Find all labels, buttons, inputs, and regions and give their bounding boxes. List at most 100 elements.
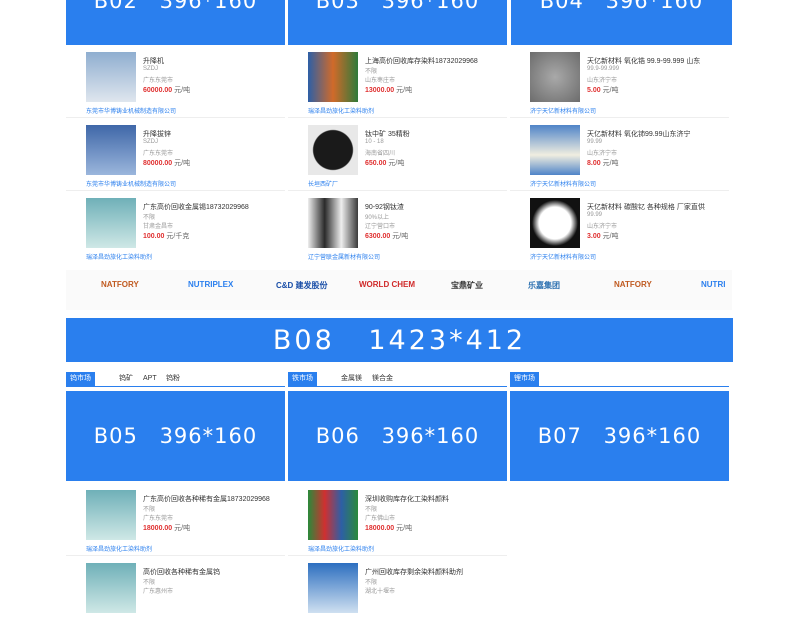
- product-title[interactable]: 广东高价回收各种稀有金属18732029968: [143, 494, 270, 504]
- ad-banner-b03[interactable]: B03 396*160: [288, 0, 507, 45]
- product-title[interactable]: 高价回收各种稀有金属钨: [143, 567, 220, 577]
- list-item[interactable]: 广东高价回收各种稀有金属18732029968 不限 广东东莞市 18000.0…: [66, 483, 285, 556]
- company-link[interactable]: 瑞泽昌劲旅化工染料助剂: [308, 544, 374, 553]
- product-location: 广东惠州市: [143, 589, 174, 595]
- company-link[interactable]: 瑞泽昌劲旅化工染料助剂: [308, 106, 374, 115]
- product-image[interactable]: [308, 563, 358, 613]
- product-price: 650.00 元/吨: [365, 160, 405, 167]
- tab-market[interactable]: 镁合金: [372, 372, 393, 386]
- product-price: 100.00 元/千克: [143, 233, 190, 240]
- product-image[interactable]: [86, 563, 136, 613]
- list-item[interactable]: 天亿新材料 碳酸钇 各种规格 厂家直供 99.99 山东济宁市 3.00 元/吨…: [510, 191, 729, 264]
- product-title[interactable]: 广州回收库存剩余染料颜料助剂: [365, 567, 463, 577]
- ad-banner-b05[interactable]: B05 396*160: [66, 391, 285, 481]
- ad-banner-b04[interactable]: B04 396*160: [511, 0, 732, 45]
- product-spec: 不限: [365, 580, 378, 586]
- list-item[interactable]: 钛中矿 35精粉 10 - 18 海南省四川 650.00 元/吨 长垣西矿厂: [288, 118, 507, 191]
- company-link[interactable]: 瑞泽昌劲旅化工染料助剂: [86, 252, 152, 261]
- company-link[interactable]: 东莞市华博铸业机械制造有限公司: [86, 179, 176, 188]
- product-location: 山东枣庄市: [365, 78, 396, 84]
- partner-logo-strip: NATFORY NUTRIPLEX C&D 建发股份 WORLD CHEM 宝鼎…: [66, 270, 732, 310]
- product-title[interactable]: 深圳收购库存化工染料颜料: [365, 494, 449, 504]
- tab-market[interactable]: 金属镁: [341, 372, 362, 386]
- company-link[interactable]: 济宁天亿新材料有限公司: [530, 179, 596, 188]
- product-location: 山东济宁市: [587, 151, 618, 157]
- product-title[interactable]: 广东高价回收金属锡18732029968: [143, 202, 249, 212]
- product-image[interactable]: [308, 198, 358, 248]
- product-title[interactable]: 钛中矿 35精粉: [365, 129, 410, 139]
- tab-market[interactable]: 钨矿: [119, 372, 133, 386]
- ad-banner-b07[interactable]: B07 396*160: [510, 391, 729, 481]
- partner-logo[interactable]: NATFORY: [614, 280, 652, 289]
- list-item[interactable]: 上海高价回收库存染料18732029968 不限 山东枣庄市 13000.00 …: [288, 45, 507, 118]
- product-title[interactable]: 天亿新材料 氧化锆 99.9-99.999 山东: [587, 56, 700, 66]
- partner-logo[interactable]: WORLD CHEM: [359, 280, 415, 289]
- product-image[interactable]: [530, 52, 580, 102]
- product-spec: 不限: [143, 580, 156, 586]
- product-image[interactable]: [308, 125, 358, 175]
- list-item[interactable]: 天亿新材料 氧化铈99.99山东济宁 99.99 山东济宁市 8.00 元/吨 …: [510, 118, 729, 191]
- product-image[interactable]: [86, 52, 136, 102]
- partner-logo[interactable]: NATFORY: [101, 280, 139, 289]
- list-item[interactable]: 高价回收各种稀有金属钨 不限 广东惠州市: [66, 556, 285, 629]
- partner-logo[interactable]: C&D 建发股份: [276, 280, 328, 291]
- company-link[interactable]: 济宁天亿新材料有限公司: [530, 106, 596, 115]
- ad-banner-b02[interactable]: B02 396*160: [66, 0, 285, 45]
- company-link[interactable]: 长垣西矿厂: [308, 179, 338, 188]
- product-price: 5.00 元/吨: [587, 87, 619, 94]
- product-location: 甘肃金昌市: [143, 224, 174, 230]
- product-spec: 不限: [365, 69, 378, 75]
- product-image[interactable]: [86, 125, 136, 175]
- product-image[interactable]: [530, 198, 580, 248]
- list-item[interactable]: 90-92钢钛渣 90%以上 辽宁营口市 6300.00 元/吨 辽宁营联金属新…: [288, 191, 507, 264]
- tab-market-active[interactable]: 锂市场: [510, 372, 539, 386]
- tab-market-active[interactable]: 铁市场: [288, 372, 317, 386]
- product-title[interactable]: 天亿新材料 碳酸钇 各种规格 厂家直供: [587, 202, 705, 212]
- market-tabbar-1: 钨市场 钨矿 APT 钨粉: [66, 372, 285, 387]
- product-spec: 不限: [143, 507, 156, 513]
- product-location: 湖北十堰市: [365, 589, 396, 595]
- ad-banner-b08[interactable]: B08 1423*412: [66, 318, 733, 362]
- ad-banner-b06[interactable]: B06 396*160: [288, 391, 507, 481]
- product-spec: 99.99: [587, 212, 603, 218]
- product-location: 山东济宁市: [587, 224, 618, 230]
- tab-market-active[interactable]: 钨市场: [66, 372, 95, 386]
- list-item[interactable]: 升降拔锌 SZDJ 广东东莞市 80000.00 元/吨 东莞市华博铸业机械制造…: [66, 118, 285, 191]
- company-link[interactable]: 辽宁营联金属新材有限公司: [308, 252, 380, 261]
- partner-logo[interactable]: NUTRIPLEX: [188, 280, 233, 289]
- partner-logo[interactable]: 宝鼎矿业: [451, 280, 483, 291]
- list-item[interactable]: 升降机 SZDJ 广东东莞市 60000.00 元/吨 东莞市华博铸业机械制造有…: [66, 45, 285, 118]
- product-image[interactable]: [308, 52, 358, 102]
- product-title[interactable]: 天亿新材料 氧化铈99.99山东济宁: [587, 129, 690, 139]
- list-item[interactable]: 天亿新材料 氧化锆 99.9-99.999 山东 99.9-99.999 山东济…: [510, 45, 729, 118]
- product-price: 18000.00 元/吨: [143, 525, 191, 532]
- product-title[interactable]: 90-92钢钛渣: [365, 202, 404, 212]
- product-image[interactable]: [86, 490, 136, 540]
- company-link[interactable]: 东莞市华博铸业机械制造有限公司: [86, 106, 176, 115]
- product-image[interactable]: [86, 198, 136, 248]
- company-link[interactable]: 瑞泽昌劲旅化工染料助剂: [86, 544, 152, 553]
- market-tabbar-3: 锂市场: [510, 372, 729, 387]
- product-location: 广东东莞市: [143, 78, 174, 84]
- tab-market[interactable]: APT: [143, 372, 157, 386]
- product-price: 80000.00 元/吨: [143, 160, 191, 167]
- product-price: 3.00 元/吨: [587, 233, 619, 240]
- product-image[interactable]: [530, 125, 580, 175]
- product-title[interactable]: 升降拔锌: [143, 129, 171, 139]
- list-item[interactable]: 广州回收库存剩余染料颜料助剂 不限 湖北十堰市: [288, 556, 507, 629]
- list-item[interactable]: 深圳收购库存化工染料颜料 不限 广东佛山市 18000.00 元/吨 瑞泽昌劲旅…: [288, 483, 507, 556]
- company-link[interactable]: 济宁天亿新材料有限公司: [530, 252, 596, 261]
- product-price: 18000.00 元/吨: [365, 525, 413, 532]
- product-title[interactable]: 上海高价回收库存染料18732029968: [365, 56, 478, 66]
- product-spec: 不限: [365, 507, 378, 513]
- partner-logo[interactable]: 乐嘉集团: [528, 280, 560, 291]
- list-item[interactable]: 广东高价回收金属锡18732029968 不限 甘肃金昌市 100.00 元/千…: [66, 191, 285, 264]
- product-location: 广东佛山市: [365, 516, 396, 522]
- product-spec: 90%以上: [365, 215, 390, 221]
- product-title[interactable]: 升降机: [143, 56, 164, 66]
- product-spec: 不限: [143, 215, 156, 221]
- partner-logo[interactable]: NUTRI: [701, 280, 725, 289]
- product-location: 海南省四川: [365, 151, 396, 157]
- tab-market[interactable]: 钨粉: [166, 372, 180, 386]
- product-image[interactable]: [308, 490, 358, 540]
